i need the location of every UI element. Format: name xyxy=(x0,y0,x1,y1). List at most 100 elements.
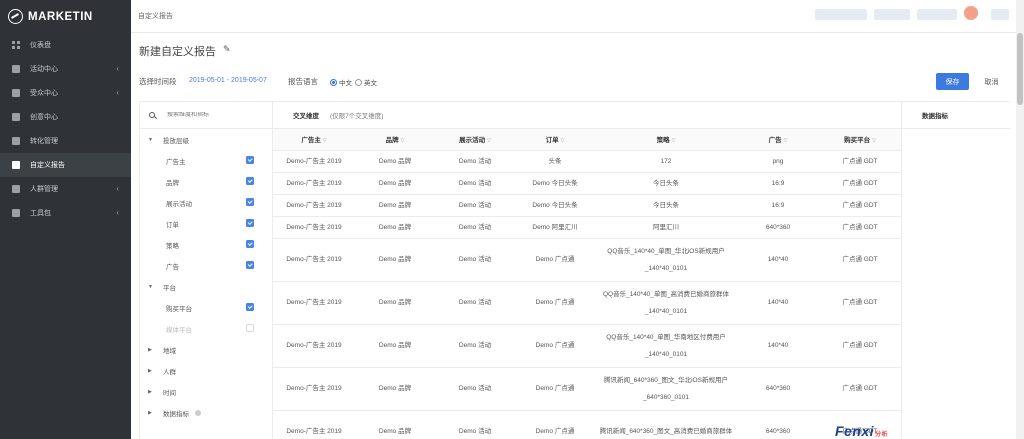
date-range-label: 选择时间段 xyxy=(139,77,177,86)
dashboard-icon xyxy=(12,41,20,49)
sort-icon[interactable]: ▽ xyxy=(784,138,788,144)
table-cell: Demo 活动 xyxy=(435,172,515,195)
sidebar-item[interactable]: 人群管理 ‹ xyxy=(0,177,131,201)
sort-icon[interactable]: ▽ xyxy=(323,138,327,144)
filter-group[interactable]: ▼ 投放层级 xyxy=(140,129,272,150)
table-cell: 140*40 xyxy=(737,281,819,325)
checkbox-checked[interactable] xyxy=(246,303,254,311)
sidebar-item[interactable]: 受众中心 ‹ xyxy=(0,81,131,105)
app-logo[interactable]: MARKETIN xyxy=(0,0,131,33)
checkbox-checked[interactable] xyxy=(246,261,254,269)
sort-icon[interactable]: ▽ xyxy=(401,138,405,144)
checkbox-checked[interactable] xyxy=(246,198,254,206)
column-header[interactable]: 展示活动 ▽ xyxy=(435,129,515,151)
column-header[interactable]: 品牌 ▽ xyxy=(355,129,435,151)
watermark-suffix: 分析 xyxy=(875,432,889,438)
filter-group[interactable]: ▶ 地域 xyxy=(140,339,272,360)
filter-item[interactable]: 购买平台 xyxy=(140,297,272,318)
column-header[interactable]: 购买平台 ▽ xyxy=(819,129,901,151)
sidebar-item-label: 仪表盘 xyxy=(30,42,51,49)
language-radio-chinese[interactable]: 中文 xyxy=(330,77,352,87)
report-table: 广告主 ▽ 品牌 ▽ 展示活动 ▽ 订单 ▽ 策略 ▽ 广告 ▽ 购买平台 ▽ Demo-广告主 2019… xyxy=(273,129,901,439)
table-cell: Demo 阿里汇川 xyxy=(515,216,595,239)
filter-group-label: 投放层级 xyxy=(163,137,189,145)
sidebar-item[interactable]: 活动中心 ‹ xyxy=(0,57,131,81)
checkbox-checked[interactable] xyxy=(246,156,254,164)
radio-checked-icon xyxy=(330,78,337,86)
filter-group-label: 平台 xyxy=(163,284,176,292)
filter-item[interactable]: 订单 xyxy=(140,213,272,234)
sidebar-item[interactable]: 仪表盘 xyxy=(0,33,131,57)
table-cell: Demo 品牌 xyxy=(355,150,435,173)
table-cell: Demo 活动 xyxy=(435,324,515,368)
table-cell: png xyxy=(737,150,819,173)
date-range-picker[interactable]: 2019-05-01 - 2019-05-07 xyxy=(189,77,267,84)
filter-item[interactable]: 品牌 xyxy=(140,171,272,192)
filter-item[interactable]: 媒体平台 xyxy=(140,318,272,339)
table-cell: Demo 活动 xyxy=(435,410,515,439)
breadcrumb[interactable]: 自定义报告 xyxy=(138,11,173,21)
table-cell: Demo 今日头条 xyxy=(515,172,595,195)
table-cell: 广点通 GDT xyxy=(819,281,901,325)
filter-group[interactable]: ▼ 平台 xyxy=(140,276,272,297)
filter-item[interactable]: 广告 xyxy=(140,255,272,276)
table-cell: 640*360 xyxy=(737,216,819,239)
sidebar-item-label: 活动中心 xyxy=(30,66,58,73)
user-avatar[interactable] xyxy=(964,6,978,20)
checkbox-checked[interactable] xyxy=(246,219,254,227)
table-cell: Demo-广告主 2019 xyxy=(273,410,355,439)
sort-icon[interactable]: ▽ xyxy=(561,138,565,144)
caret-right-icon: ▶ xyxy=(148,346,152,353)
column-header-label: 购买平台 xyxy=(844,137,871,145)
edit-title-icon[interactable]: ✎ xyxy=(223,44,231,55)
table-cell: Demo 活动 xyxy=(435,238,515,282)
table-cell: 广点通 GDT xyxy=(819,216,901,239)
filter-item-label: 品牌 xyxy=(166,179,179,187)
checkbox-checked[interactable] xyxy=(246,240,254,248)
filter-item[interactable]: 展示活动 xyxy=(140,192,272,213)
info-icon xyxy=(195,409,201,416)
table-cell: Demo 广点通 xyxy=(515,238,595,282)
filter-group[interactable]: ▶ 时间 xyxy=(140,381,272,402)
report-language-label: 报告语言 xyxy=(288,77,318,86)
filter-item-label: 广告 xyxy=(166,263,179,271)
filter-search-input[interactable] xyxy=(167,112,267,118)
column-header[interactable]: 广告 ▽ xyxy=(737,129,819,151)
table-cell: Demo-广告主 2019 xyxy=(273,238,355,282)
sort-icon[interactable]: ▽ xyxy=(487,138,491,144)
filter-item[interactable]: 策略 xyxy=(140,234,272,255)
cancel-button[interactable]: 取消 xyxy=(975,73,1008,90)
column-header[interactable]: 广告主 ▽ xyxy=(273,129,355,151)
sidebar-item[interactable]: 工具包 ‹ xyxy=(0,201,131,225)
sidebar-item[interactable]: 创意中心 xyxy=(0,105,131,129)
sort-icon[interactable]: ▽ xyxy=(672,138,676,144)
page-scrollbar-thumb[interactable] xyxy=(1017,33,1023,105)
column-header[interactable]: 订单 ▽ xyxy=(515,129,595,151)
watermark-text: Fenxi xyxy=(835,423,875,439)
dimension-filter-panel: ▼ 投放层级广告主品牌展示活动订单策略广告 ▼ 平台购买平台媒体平台 ▶ 地域 ▶ 人群 ▶ 时间… xyxy=(139,101,273,439)
save-button[interactable]: 保存 xyxy=(936,73,969,90)
sidebar-item-label: 创意中心 xyxy=(30,114,58,121)
sort-icon[interactable]: ▽ xyxy=(872,138,876,144)
cross-dimension-hint: (仅限7个交叉维度) xyxy=(330,113,384,120)
column-header-label: 广告 xyxy=(768,137,782,145)
table-cell: 640*360 xyxy=(737,367,819,411)
table-cell: Demo 品牌 xyxy=(355,216,435,239)
checkbox-checked[interactable] xyxy=(246,177,254,185)
table-cell: Demo-广告主 2019 xyxy=(273,367,355,411)
metrics-column: 数据指标 xyxy=(901,101,1010,439)
filter-group[interactable]: ▶ 人群 xyxy=(140,360,272,381)
table-cell: Demo 活动 xyxy=(435,281,515,325)
language-radio-english[interactable]: 英文 xyxy=(355,77,377,87)
table-cell: Demo 品牌 xyxy=(355,410,435,439)
filter-item[interactable]: 广告主 xyxy=(140,150,272,171)
sidebar-item[interactable]: 转化管理 xyxy=(0,129,131,153)
caret-down-icon: ▼ xyxy=(148,136,153,143)
top-bar-blurred-item xyxy=(815,9,867,20)
table-cell: 今日头条 xyxy=(595,172,737,195)
caret-down-icon: ▼ xyxy=(148,283,153,290)
sidebar-item[interactable]: 自定义报告 xyxy=(0,153,131,177)
cross-dimension-title: 交叉维度 xyxy=(293,113,319,120)
column-header[interactable]: 策略 ▽ xyxy=(595,129,737,151)
filter-group[interactable]: ▶ 数据指标 xyxy=(140,402,272,423)
